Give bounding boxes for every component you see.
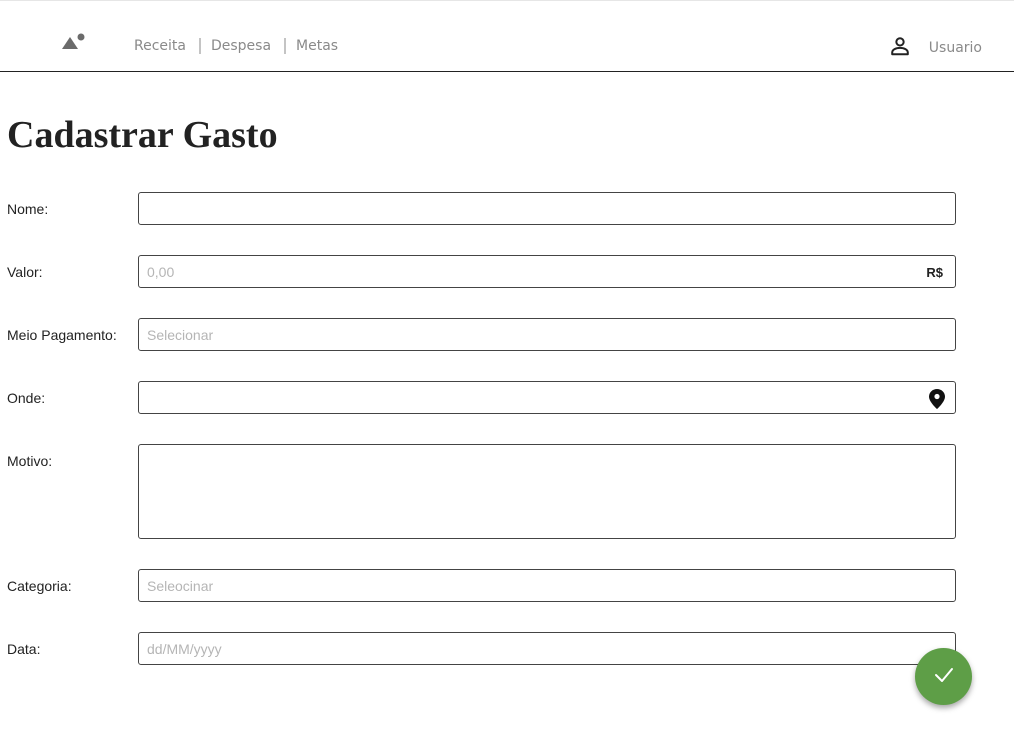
categoria-select[interactable] [139, 570, 955, 601]
categoria-field-box [138, 569, 956, 602]
valor-label: Valor: [7, 264, 43, 280]
nome-input[interactable] [139, 193, 955, 224]
check-icon [933, 666, 955, 687]
page-title: Cadastrar Gasto [7, 114, 278, 156]
motivo-textarea[interactable] [139, 445, 955, 538]
motivo-label: Motivo: [7, 453, 53, 469]
location-pin-icon[interactable] [929, 389, 945, 414]
top-navigation-bar: Receita Despesa Metas Usuario [0, 0, 1014, 72]
user-menu[interactable]: Usuario [889, 35, 982, 61]
submit-button[interactable] [915, 648, 972, 705]
currency-suffix: R$ [926, 265, 943, 280]
data-field-box [138, 632, 956, 665]
nome-field-box [138, 192, 956, 225]
nav-link-despesa[interactable]: Despesa [211, 38, 271, 54]
onde-field-box [138, 381, 956, 414]
nav-separator [198, 38, 201, 54]
valor-input[interactable] [139, 256, 955, 287]
meio-pagamento-field-box [138, 318, 956, 351]
data-label: Data: [7, 641, 41, 657]
onde-input[interactable] [139, 382, 955, 413]
meio-pagamento-select[interactable] [139, 319, 955, 350]
valor-field-box: R$ [138, 255, 956, 288]
data-input[interactable] [139, 633, 955, 664]
nav-link-receita[interactable]: Receita [134, 38, 186, 54]
landscape-icon[interactable] [60, 31, 88, 51]
categoria-label: Categoria: [7, 578, 72, 594]
nav-separator [284, 38, 287, 54]
motivo-field-box [138, 444, 956, 539]
nome-label: Nome: [7, 201, 49, 217]
nav-link-metas[interactable]: Metas [296, 38, 338, 54]
main-nav: Receita Despesa Metas [134, 38, 338, 54]
meio-pagamento-label: Meio Pagamento: [7, 327, 117, 343]
person-icon [889, 35, 929, 61]
user-label: Usuario [928, 40, 982, 56]
onde-label: Onde: [7, 390, 46, 406]
